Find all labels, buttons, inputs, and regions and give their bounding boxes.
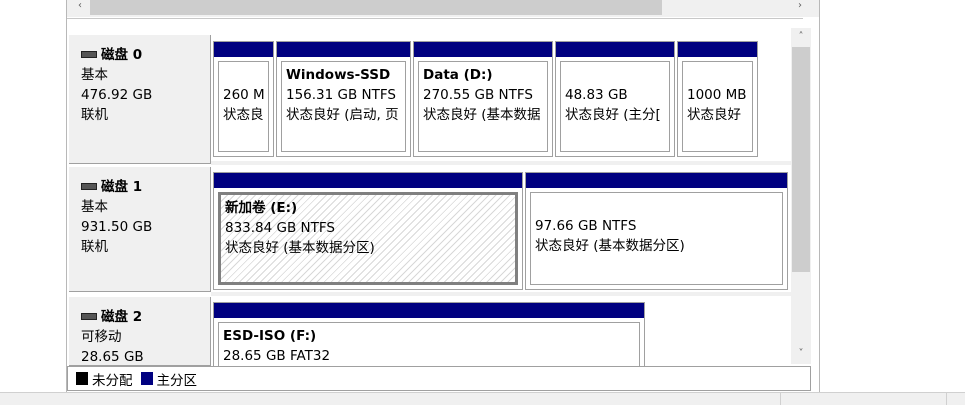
partition-header-bar	[526, 173, 787, 188]
partition-name	[687, 65, 752, 85]
partition-status: 状态良好 (启动, 页	[286, 107, 399, 123]
partition-block[interactable]: Windows-SSD 156.31 GB NTFS 状态良好 (启动, 页	[276, 41, 411, 157]
partition-status: 状态良好	[687, 107, 741, 123]
partition-header-bar	[277, 42, 410, 57]
partition-header-bar	[214, 303, 644, 318]
partition-size: 833.84 GB NTFS	[225, 220, 335, 236]
disk-drive-icon	[81, 312, 97, 320]
disk-type: 基本	[81, 67, 108, 83]
partition-status: 状态良好 (基本数据	[423, 107, 541, 123]
partition-size: 28.65 GB FAT32	[223, 348, 331, 364]
partition-name: Windows-SSD	[286, 67, 391, 83]
status-bar-separator	[946, 393, 947, 405]
disk-size: 28.65 GB	[81, 349, 144, 365]
partition-status: 状态良好 (基本数据分区)	[225, 240, 375, 256]
disk-2-info[interactable]: 磁盘 2 可移动 28.65 GB	[69, 297, 211, 366]
partition-status: 状态良	[223, 107, 264, 123]
partition-size: 48.83 GB	[565, 87, 628, 103]
partition-name: ESD-ISO (F:)	[223, 328, 317, 344]
partition-header-bar	[214, 42, 273, 57]
status-bar	[0, 392, 965, 405]
row-separator	[211, 292, 791, 296]
scroll-left-icon[interactable]: ‹	[74, 0, 86, 12]
partition-name: 新加卷 (E:)	[225, 200, 298, 216]
partition-header-bar	[214, 173, 522, 188]
partition-block-selected[interactable]: 新加卷 (E:) 833.84 GB NTFS 状态良好 (基本数据分区)	[213, 172, 523, 290]
partition-name	[223, 65, 268, 85]
disk-name: 磁盘 2	[101, 309, 143, 325]
scroll-right-icon[interactable]: ›	[794, 0, 806, 12]
partition-size: 156.31 GB NTFS	[286, 87, 396, 103]
disk-type: 基本	[81, 199, 108, 215]
partition-header-bar	[678, 42, 757, 57]
partition-header-bar	[556, 42, 674, 57]
legend-bar: 未分配 主分区	[67, 366, 811, 391]
divider	[67, 18, 803, 19]
primary-swatch	[140, 372, 153, 385]
partition-size: 1000 MB	[687, 87, 747, 103]
partition-status: 状态良好 (基本数据分区)	[535, 238, 685, 254]
partition-block[interactable]: 48.83 GB 状态良好 (主分[	[555, 41, 675, 157]
disk-drive-icon	[81, 182, 97, 190]
partition-name: Data (D:)	[423, 67, 493, 83]
scroll-down-icon[interactable]: ˅	[795, 348, 807, 360]
partition-header-bar	[414, 42, 552, 57]
disk-status: 联机	[81, 239, 108, 255]
status-bar-separator	[780, 393, 781, 405]
partition-block[interactable]: ESD-ISO (F:) 28.65 GB FAT32	[213, 302, 645, 366]
scroll-up-icon[interactable]: ˄	[795, 31, 807, 43]
disk-1-info[interactable]: 磁盘 1 基本 931.50 GB 联机	[69, 167, 211, 292]
row-separator	[211, 161, 791, 165]
legend-unallocated: 未分配	[92, 372, 133, 389]
partition-block[interactable]: Data (D:) 270.55 GB NTFS 状态良好 (基本数据	[413, 41, 553, 157]
partition-name	[535, 196, 782, 216]
unallocated-swatch	[76, 372, 88, 385]
partition-block[interactable]: 260 M 状态良	[213, 41, 274, 157]
partition-size: 260 M	[223, 87, 265, 103]
horizontal-scroll-thumb[interactable]	[90, 0, 662, 15]
disk-drive-icon	[81, 50, 97, 58]
disk-status: 联机	[81, 107, 108, 123]
partition-block[interactable]: 97.66 GB NTFS 状态良好 (基本数据分区)	[525, 172, 788, 290]
partition-name	[565, 65, 669, 85]
legend-primary: 主分区	[156, 372, 198, 389]
disk-size: 476.92 GB	[81, 87, 153, 103]
partition-status: 状态良好 (主分[	[565, 107, 661, 123]
partition-block[interactable]: 1000 MB 状态良好	[677, 41, 758, 157]
disk-size: 931.50 GB	[81, 219, 153, 235]
disk-0-info[interactable]: 磁盘 0 基本 476.92 GB 联机	[69, 35, 211, 164]
partition-size: 97.66 GB NTFS	[535, 218, 637, 234]
partition-size: 270.55 GB NTFS	[423, 87, 533, 103]
disk-name: 磁盘 1	[101, 179, 143, 195]
disk-name: 磁盘 0	[101, 47, 143, 63]
disk-type: 可移动	[81, 329, 122, 345]
vertical-scroll-thumb[interactable]	[792, 47, 810, 272]
